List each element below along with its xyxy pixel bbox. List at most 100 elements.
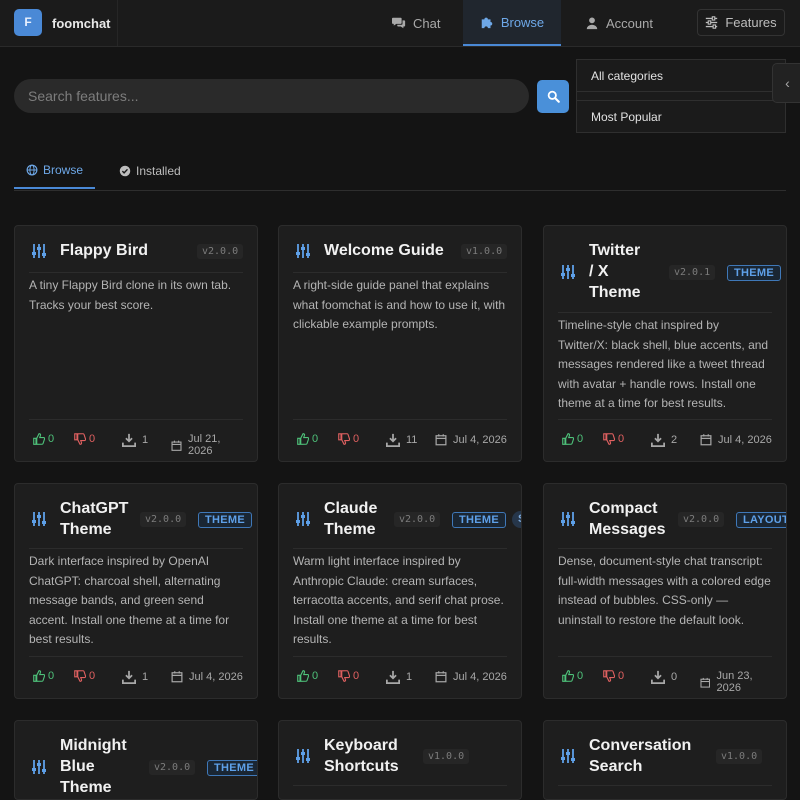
sliders-icon (296, 749, 310, 763)
subtabs: Browse Installed (14, 153, 786, 191)
thumbs-up-icon (33, 433, 45, 445)
card-title-line: Welcome Guide (324, 242, 444, 259)
card-title-line: Theme (589, 284, 641, 301)
search-icon (547, 90, 560, 103)
card-title-line: / X (589, 263, 609, 280)
puzzle-icon (481, 17, 493, 29)
download-icon (122, 433, 136, 447)
dislike-button[interactable]: 0 (338, 433, 359, 445)
subtab-browse-label: Browse (42, 163, 83, 177)
search-input[interactable] (14, 79, 529, 113)
card-title: Midnight Blue Theme (60, 735, 127, 798)
feature-card[interactable]: Claude Theme v2.0.0 THEME Sy Warm light inter… (278, 483, 522, 699)
nav-tab-account[interactable]: Account (585, 0, 653, 46)
category-select[interactable]: All categories (577, 60, 785, 92)
dislike-button[interactable]: 0 (603, 433, 624, 445)
download-count-value: 1 (406, 671, 413, 683)
updated-date: Jul 4, 2026 (435, 433, 507, 446)
feature-card[interactable]: Conversation Search v1.0.0 (543, 720, 787, 800)
search-button[interactable] (537, 80, 569, 113)
features-button[interactable]: Features (697, 9, 785, 36)
sliders-icon (296, 512, 310, 526)
like-button[interactable]: 0 (562, 670, 583, 682)
sliders-icon (32, 512, 46, 526)
card-footer: 0 0 1 Jul 4, 2026 (293, 667, 507, 687)
updated-date-value: Jul 4, 2026 (189, 670, 243, 683)
download-count: 1 (122, 670, 148, 684)
card-divider (29, 548, 243, 549)
thumbs-down-icon (74, 670, 86, 682)
version-badge: v2.0.0 (149, 759, 196, 775)
like-button[interactable]: 0 (297, 670, 318, 682)
version-badge: v2.0.1 (669, 264, 716, 280)
card-divider (293, 548, 507, 549)
card-title-line: Flappy Bird (60, 242, 149, 259)
nav-tab-chat-label: Chat (413, 15, 441, 31)
thumbs-down-icon (338, 670, 350, 682)
subtab-installed-label: Installed (136, 164, 181, 178)
app-logo[interactable]: F (14, 9, 42, 36)
version-badge: v1.0.0 (423, 749, 470, 764)
sliders-icon (296, 243, 310, 258)
feature-card[interactable]: Keyboard Shortcuts v1.0.0 (278, 720, 522, 800)
sliders-icon (561, 264, 575, 279)
thumbs-up-icon (297, 433, 309, 445)
card-description: Dark interface inspired by OpenAI ChatGP… (29, 554, 230, 646)
category-tag: THEME (207, 759, 257, 776)
like-count: 0 (312, 433, 319, 445)
dislike-button[interactable]: 0 (338, 670, 359, 682)
card-title-line: Claude (324, 500, 378, 517)
card-footer: 0 0 11 Jul 4, 2026 (293, 430, 507, 450)
download-icon (122, 670, 136, 684)
feature-card[interactable]: Compact Messages v2.0.0 LAYOUT Dense, docume… (543, 483, 787, 699)
nav-tab-account-label: Account (606, 15, 653, 31)
feature-card[interactable]: Twitter/ XThemev2.0.1THEMESyTimeline-sty… (543, 225, 787, 462)
like-button[interactable]: 0 (33, 433, 54, 445)
feature-card[interactable]: Midnight Blue Theme v2.0.0 THEME (14, 720, 258, 800)
dislike-button[interactable]: 0 (74, 433, 95, 445)
subtab-browse[interactable]: Browse (14, 153, 95, 189)
like-button[interactable]: 0 (297, 433, 318, 445)
updated-date-value: Jul 4, 2026 (453, 670, 507, 683)
feature-card[interactable]: Welcome Guide v1.0.0 A right-side guide pa… (278, 225, 522, 462)
subtab-installed[interactable]: Installed (119, 153, 181, 189)
download-count: 1 (122, 433, 148, 447)
card-title-line: Messages (589, 521, 666, 538)
dislike-button[interactable]: 0 (603, 670, 624, 682)
version-badge: v2.0.0 (678, 512, 725, 527)
dislike-button[interactable]: 0 (74, 670, 95, 682)
like-button[interactable]: 0 (33, 670, 54, 682)
card-title: ChatGPT Theme (60, 498, 128, 540)
feature-card[interactable]: Flappy Bird v2.0.0 A tiny Flappy Bird clon… (14, 225, 258, 462)
card-title-line: Twitter (589, 242, 641, 259)
card-footer: 0 0 0 Jun 23, 2026 (558, 667, 772, 694)
download-count: 11 (386, 433, 417, 447)
sliders-icon (561, 749, 575, 763)
sort-select[interactable]: Most Popular (577, 100, 785, 132)
card-divider (558, 785, 772, 786)
feature-card[interactable]: ChatGPT Theme v2.0.0 THEME Dark interface in… (14, 483, 258, 699)
thumbs-down-icon (603, 433, 615, 445)
card-title: Twitter / X Theme (589, 240, 641, 303)
card-title: Keyboard Shortcuts (324, 735, 399, 777)
card-footer-divider (558, 656, 772, 657)
card-title-line: Blue (60, 758, 95, 775)
download-icon (386, 670, 400, 684)
filter-dropdown: All categories Most Popular (576, 59, 786, 133)
like-count: 0 (48, 433, 55, 445)
collapse-panel-button[interactable]: ‹ (772, 63, 800, 103)
nav-tab-chat[interactable]: Chat (392, 0, 440, 46)
features-button-label: Features (725, 15, 777, 30)
card-title-line: Shortcuts (324, 758, 399, 775)
card-title-line: Compact (589, 500, 658, 517)
nav-tab-browse[interactable]: Browse (463, 0, 561, 46)
dislike-count: 0 (353, 670, 360, 682)
download-icon (386, 433, 400, 447)
download-icon (651, 433, 665, 447)
card-divider (293, 272, 507, 273)
like-button[interactable]: 0 (562, 433, 583, 445)
updated-date-value: Jul 4, 2026 (718, 433, 772, 446)
updated-date: Jul 4, 2026 (700, 433, 772, 446)
download-count-value: 11 (406, 434, 418, 446)
thumbs-up-icon (562, 670, 574, 682)
